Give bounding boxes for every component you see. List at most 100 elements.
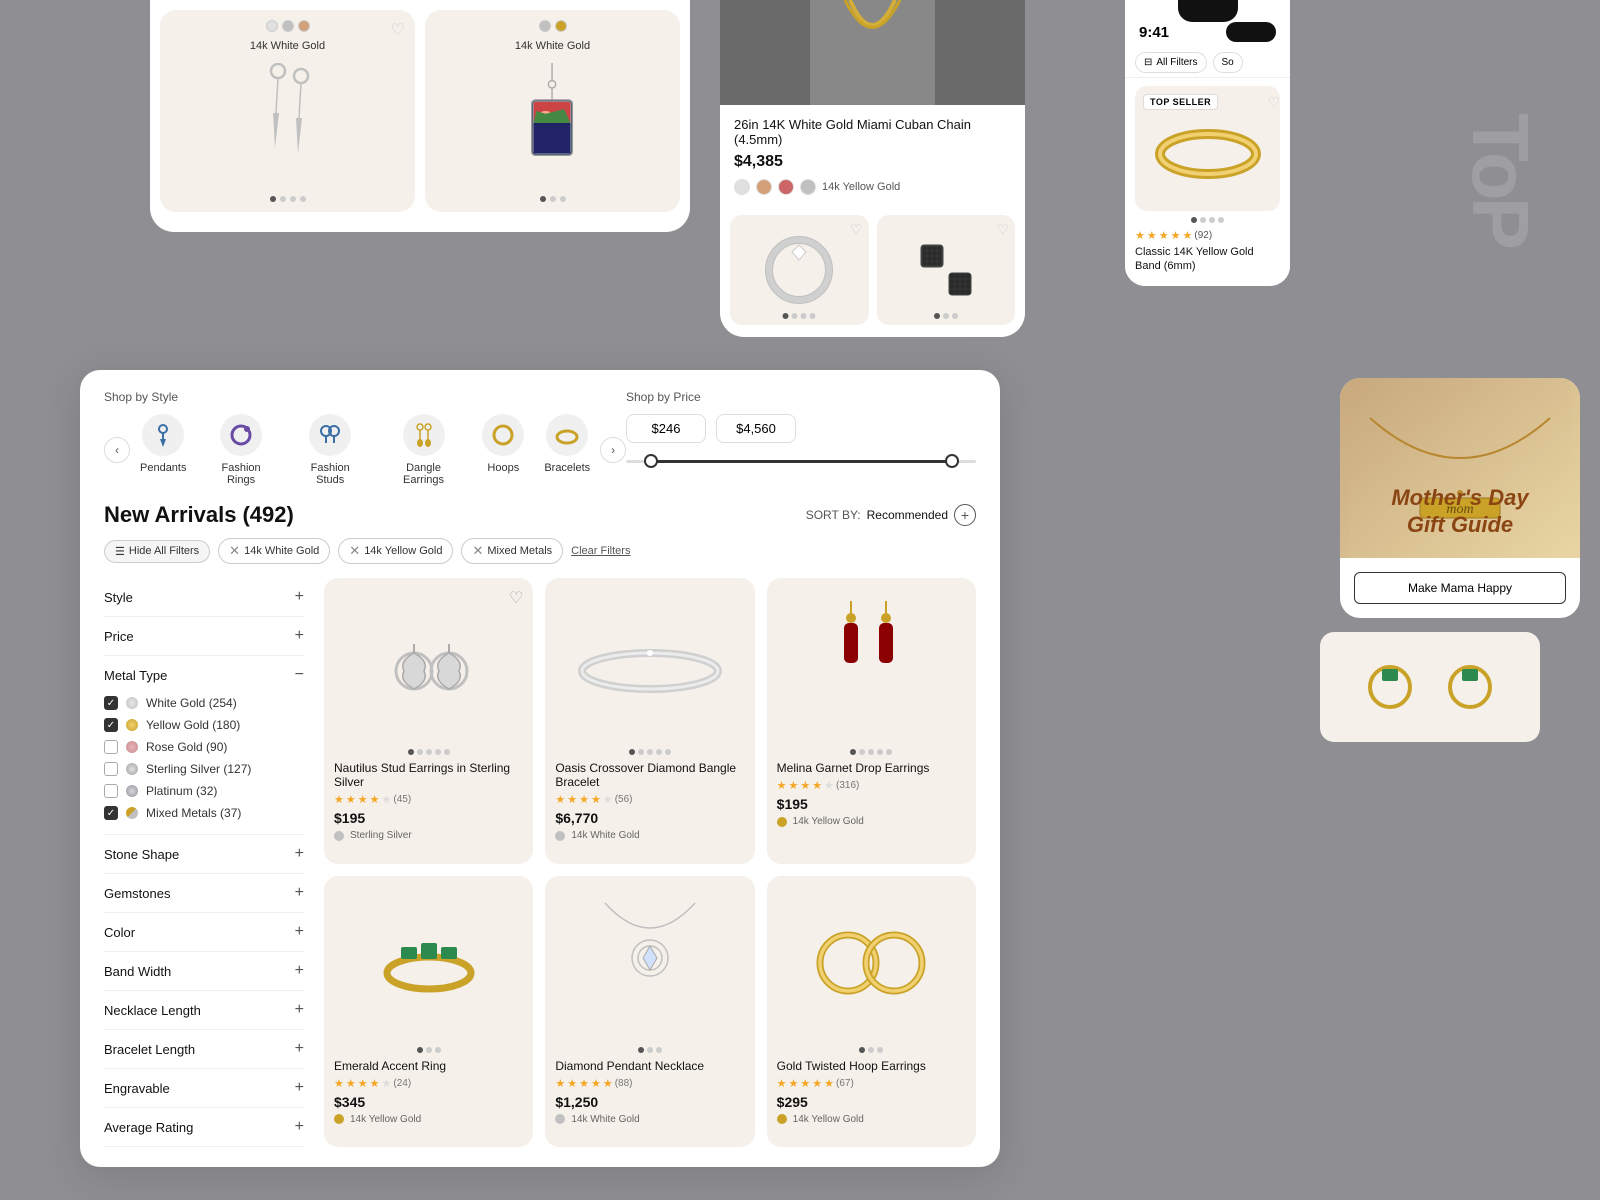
- filter-style-header[interactable]: Style +: [104, 588, 304, 606]
- filter-engravable-header[interactable]: Engravable +: [104, 1079, 304, 1097]
- filter-price-header[interactable]: Price +: [104, 627, 304, 645]
- wishlist-icon[interactable]: ♡: [1267, 94, 1280, 111]
- filter-option-sterling-silver[interactable]: Sterling Silver (127): [104, 758, 304, 780]
- metal-swatch[interactable]: [334, 1114, 344, 1124]
- style-item-dangle-earrings[interactable]: Dangle Earrings: [385, 414, 463, 486]
- style-item-bracelets[interactable]: Bracelets: [544, 414, 590, 474]
- carousel-dot[interactable]: [540, 196, 546, 202]
- filter-option-platinum[interactable]: Platinum (32): [104, 780, 304, 802]
- filter-avg-rating-header[interactable]: Average Rating +: [104, 1118, 304, 1136]
- color-swatch[interactable]: [539, 20, 551, 32]
- filter-band-width-header[interactable]: Band Width +: [104, 962, 304, 980]
- color-swatch[interactable]: [298, 20, 310, 32]
- carousel-dot[interactable]: [934, 313, 940, 319]
- wishlist-icon[interactable]: ♡: [391, 20, 405, 40]
- carousel-dot[interactable]: [1191, 217, 1197, 223]
- metal-swatch[interactable]: [777, 1114, 787, 1124]
- filter-tag-white-gold[interactable]: ✕ 14k White Gold: [218, 538, 330, 564]
- carousel-dot[interactable]: [638, 749, 644, 755]
- carousel-dot[interactable]: [300, 196, 306, 202]
- filter-checkbox[interactable]: [104, 762, 118, 776]
- color-swatch[interactable]: [734, 179, 750, 195]
- carousel-dot[interactable]: [792, 313, 798, 319]
- slider-thumb-min[interactable]: [644, 454, 658, 468]
- wishlist-icon[interactable]: ♡: [850, 221, 863, 238]
- style-prev-arrow[interactable]: ‹: [104, 437, 130, 463]
- carousel-dot[interactable]: [656, 1047, 662, 1053]
- carousel-dot[interactable]: [868, 1047, 874, 1053]
- filter-checkbox[interactable]: [104, 784, 118, 798]
- price-min-input[interactable]: [626, 414, 706, 443]
- wishlist-icon[interactable]: ♡: [509, 588, 523, 608]
- carousel-dot[interactable]: [850, 749, 856, 755]
- carousel-dot[interactable]: [1218, 217, 1224, 223]
- make-mama-happy-button[interactable]: Make Mama Happy: [1354, 572, 1566, 604]
- metal-swatch[interactable]: [555, 1114, 565, 1124]
- filter-necklace-length-header[interactable]: Necklace Length +: [104, 1001, 304, 1019]
- slider-thumb-max[interactable]: [945, 454, 959, 468]
- carousel-dot[interactable]: [665, 749, 671, 755]
- filter-gemstones-header[interactable]: Gemstones +: [104, 884, 304, 902]
- style-item-fashion-rings[interactable]: Fashion Rings: [206, 414, 275, 486]
- carousel-dot[interactable]: [886, 749, 892, 755]
- filter-tag-mixed-metals[interactable]: ✕ Mixed Metals: [461, 538, 563, 564]
- carousel-dot[interactable]: [550, 196, 556, 202]
- carousel-dot[interactable]: [801, 313, 807, 319]
- carousel-dot[interactable]: [868, 749, 874, 755]
- hide-filters-button[interactable]: ☰ Hide All Filters: [104, 540, 210, 563]
- style-next-arrow[interactable]: ›: [600, 437, 626, 463]
- filter-bracelet-length-header[interactable]: Bracelet Length +: [104, 1040, 304, 1058]
- filter-tag-yellow-gold[interactable]: ✕ 14k Yellow Gold: [338, 538, 453, 564]
- metal-swatch[interactable]: [777, 817, 787, 827]
- color-swatch[interactable]: [778, 179, 794, 195]
- carousel-dot[interactable]: [783, 313, 789, 319]
- all-filters-button[interactable]: ⊟ All Filters: [1135, 52, 1207, 73]
- color-swatch[interactable]: [756, 179, 772, 195]
- carousel-dot[interactable]: [877, 749, 883, 755]
- clear-filters-link[interactable]: Clear Filters: [571, 545, 630, 557]
- carousel-dot[interactable]: [435, 1047, 441, 1053]
- carousel-dot[interactable]: [1200, 217, 1206, 223]
- filter-checkbox[interactable]: [104, 740, 118, 754]
- carousel-dot[interactable]: [943, 313, 949, 319]
- filter-option-white-gold[interactable]: ✓ White Gold (254): [104, 692, 304, 714]
- carousel-dot[interactable]: [647, 1047, 653, 1053]
- wishlist-icon[interactable]: ♡: [996, 221, 1009, 238]
- carousel-dot[interactable]: [417, 749, 423, 755]
- carousel-dot[interactable]: [290, 196, 296, 202]
- carousel-dot[interactable]: [435, 749, 441, 755]
- sort-expand-button[interactable]: +: [954, 504, 976, 526]
- style-item-pendants[interactable]: Pendants: [140, 414, 186, 474]
- carousel-dot[interactable]: [560, 196, 566, 202]
- carousel-dot[interactable]: [629, 749, 635, 755]
- carousel-dot[interactable]: [859, 1047, 865, 1053]
- filter-stone-shape-header[interactable]: Stone Shape +: [104, 845, 304, 863]
- color-swatch[interactable]: [266, 20, 278, 32]
- color-swatch[interactable]: [282, 20, 294, 32]
- carousel-dot[interactable]: [859, 749, 865, 755]
- carousel-dot[interactable]: [417, 1047, 423, 1053]
- carousel-dot[interactable]: [408, 749, 414, 755]
- carousel-dot[interactable]: [426, 749, 432, 755]
- carousel-dot[interactable]: [647, 749, 653, 755]
- filter-checkbox[interactable]: ✓: [104, 806, 118, 820]
- filter-option-mixed-metals[interactable]: ✓ Mixed Metals (37): [104, 802, 304, 824]
- carousel-dot[interactable]: [426, 1047, 432, 1053]
- style-item-hoops[interactable]: Hoops: [482, 414, 524, 474]
- carousel-dot[interactable]: [952, 313, 958, 319]
- sort-button[interactable]: So: [1213, 52, 1243, 73]
- filter-option-rose-gold[interactable]: Rose Gold (90): [104, 736, 304, 758]
- carousel-dot[interactable]: [270, 196, 276, 202]
- carousel-dot[interactable]: [1209, 217, 1215, 223]
- color-swatch[interactable]: [555, 20, 567, 32]
- filter-checkbox[interactable]: ✓: [104, 718, 118, 732]
- carousel-dot[interactable]: [280, 196, 286, 202]
- filter-option-yellow-gold[interactable]: ✓ Yellow Gold (180): [104, 714, 304, 736]
- filter-checkbox[interactable]: ✓: [104, 696, 118, 710]
- carousel-dot[interactable]: [810, 313, 816, 319]
- carousel-dot[interactable]: [444, 749, 450, 755]
- metal-swatch[interactable]: [555, 831, 565, 841]
- carousel-dot[interactable]: [656, 749, 662, 755]
- metal-swatch[interactable]: [334, 831, 344, 841]
- carousel-dot[interactable]: [877, 1047, 883, 1053]
